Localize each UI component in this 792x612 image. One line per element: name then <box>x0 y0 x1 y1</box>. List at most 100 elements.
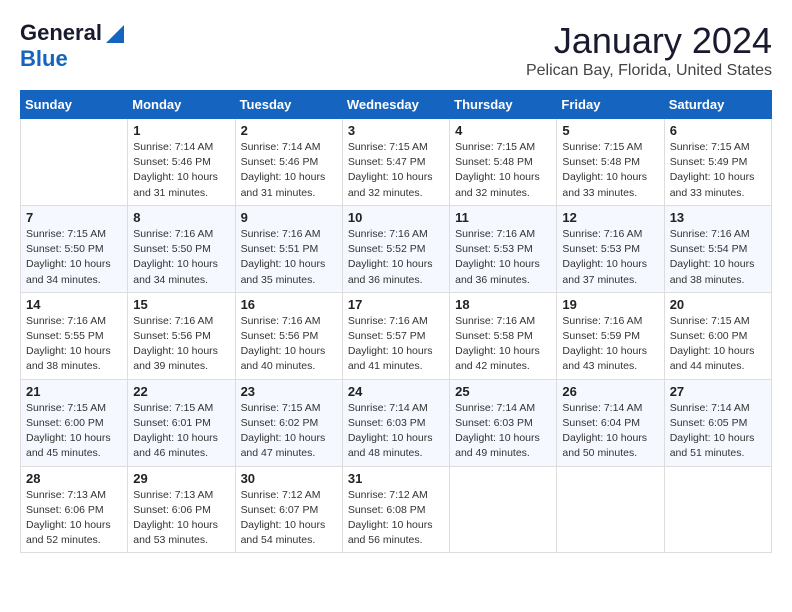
day-number: 4 <box>455 123 551 138</box>
calendar-cell: 5 Sunrise: 7:15 AM Sunset: 5:48 PM Daylig… <box>557 119 664 206</box>
calendar-cell: 22Sunrise: 7:15 AM Sunset: 6:01 PM Dayli… <box>128 379 235 466</box>
day-number: 7 <box>26 210 122 225</box>
calendar-cell <box>664 466 771 553</box>
calendar-cell: 14 Sunrise: 7:16 AM Sunset: 5:55 PM Dayli… <box>21 292 128 379</box>
day-header-saturday: Saturday <box>664 91 771 119</box>
day-info: Sunrise: 7:14 AM Sunset: 6:03 PM Dayligh… <box>348 401 444 462</box>
day-number: 2 <box>241 123 337 138</box>
calendar-cell: 19 Sunrise: 7:16 AM Sunset: 5:59 PM Dayli… <box>557 292 664 379</box>
day-number: 18 <box>455 297 551 312</box>
calendar-cell: 20Sunrise: 7:15 AM Sunset: 6:00 PM Dayli… <box>664 292 771 379</box>
calendar-cell: 25 Sunrise: 7:14 AM Sunset: 6:03 PM Dayli… <box>450 379 557 466</box>
calendar-cell <box>557 466 664 553</box>
day-number: 13 <box>670 210 766 225</box>
day-info: Sunrise: 7:14 AM Sunset: 6:03 PM Dayligh… <box>455 401 551 462</box>
day-info: Sunrise: 7:15 AM Sunset: 6:02 PM Dayligh… <box>241 401 337 462</box>
day-number: 6 <box>670 123 766 138</box>
calendar-cell: 23 Sunrise: 7:15 AM Sunset: 6:02 PM Dayli… <box>235 379 342 466</box>
day-info: Sunrise: 7:16 AM Sunset: 5:53 PM Dayligh… <box>455 227 551 288</box>
logo-arrow-icon <box>104 21 124 43</box>
day-info: Sunrise: 7:16 AM Sunset: 5:57 PM Dayligh… <box>348 314 444 375</box>
day-info: Sunrise: 7:16 AM Sunset: 5:54 PM Dayligh… <box>670 227 766 288</box>
calendar-header-row: SundayMondayTuesdayWednesdayThursdayFrid… <box>21 91 772 119</box>
page-header: General Blue January 2024 Pelican Bay, F… <box>20 20 772 80</box>
day-header-wednesday: Wednesday <box>342 91 449 119</box>
day-info: Sunrise: 7:16 AM Sunset: 5:53 PM Dayligh… <box>562 227 658 288</box>
day-number: 1 <box>133 123 229 138</box>
day-number: 24 <box>348 384 444 399</box>
day-info: Sunrise: 7:14 AM Sunset: 6:04 PM Dayligh… <box>562 401 658 462</box>
calendar-cell: 3 Sunrise: 7:15 AM Sunset: 5:47 PM Daylig… <box>342 119 449 206</box>
calendar-cell: 1 Sunrise: 7:14 AM Sunset: 5:46 PM Daylig… <box>128 119 235 206</box>
calendar-cell: 2 Sunrise: 7:14 AM Sunset: 5:46 PM Daylig… <box>235 119 342 206</box>
day-info: Sunrise: 7:14 AM Sunset: 5:46 PM Dayligh… <box>133 140 229 201</box>
calendar-cell: 26 Sunrise: 7:14 AM Sunset: 6:04 PM Dayli… <box>557 379 664 466</box>
day-number: 14 <box>26 297 122 312</box>
day-info: Sunrise: 7:15 AM Sunset: 5:47 PM Dayligh… <box>348 140 444 201</box>
calendar-cell: 6 Sunrise: 7:15 AM Sunset: 5:49 PM Daylig… <box>664 119 771 206</box>
day-number: 15 <box>133 297 229 312</box>
day-info: Sunrise: 7:13 AM Sunset: 6:06 PM Dayligh… <box>26 488 122 549</box>
day-number: 31 <box>348 471 444 486</box>
day-number: 19 <box>562 297 658 312</box>
day-number: 17 <box>348 297 444 312</box>
calendar-week-row: 28Sunrise: 7:13 AM Sunset: 6:06 PM Dayli… <box>21 466 772 553</box>
day-number: 5 <box>562 123 658 138</box>
calendar-week-row: 7 Sunrise: 7:15 AM Sunset: 5:50 PM Daylig… <box>21 205 772 292</box>
day-info: Sunrise: 7:14 AM Sunset: 6:05 PM Dayligh… <box>670 401 766 462</box>
calendar-week-row: 14 Sunrise: 7:16 AM Sunset: 5:55 PM Dayli… <box>21 292 772 379</box>
day-info: Sunrise: 7:16 AM Sunset: 5:56 PM Dayligh… <box>241 314 337 375</box>
day-number: 23 <box>241 384 337 399</box>
calendar-cell: 15 Sunrise: 7:16 AM Sunset: 5:56 PM Dayli… <box>128 292 235 379</box>
calendar-cell: 8 Sunrise: 7:16 AM Sunset: 5:50 PM Daylig… <box>128 205 235 292</box>
day-info: Sunrise: 7:14 AM Sunset: 5:46 PM Dayligh… <box>241 140 337 201</box>
day-number: 3 <box>348 123 444 138</box>
day-info: Sunrise: 7:16 AM Sunset: 5:52 PM Dayligh… <box>348 227 444 288</box>
day-info: Sunrise: 7:13 AM Sunset: 6:06 PM Dayligh… <box>133 488 229 549</box>
calendar-cell: 9Sunrise: 7:16 AM Sunset: 5:51 PM Daylig… <box>235 205 342 292</box>
day-info: Sunrise: 7:15 AM Sunset: 5:50 PM Dayligh… <box>26 227 122 288</box>
calendar-cell: 4 Sunrise: 7:15 AM Sunset: 5:48 PM Daylig… <box>450 119 557 206</box>
calendar-cell: 18 Sunrise: 7:16 AM Sunset: 5:58 PM Dayli… <box>450 292 557 379</box>
title-block: January 2024 Pelican Bay, Florida, Unite… <box>526 20 772 80</box>
day-number: 29 <box>133 471 229 486</box>
day-info: Sunrise: 7:15 AM Sunset: 5:48 PM Dayligh… <box>455 140 551 201</box>
day-number: 21 <box>26 384 122 399</box>
day-number: 12 <box>562 210 658 225</box>
day-info: Sunrise: 7:16 AM Sunset: 5:50 PM Dayligh… <box>133 227 229 288</box>
day-header-friday: Friday <box>557 91 664 119</box>
day-info: Sunrise: 7:12 AM Sunset: 6:07 PM Dayligh… <box>241 488 337 549</box>
day-info: Sunrise: 7:15 AM Sunset: 6:00 PM Dayligh… <box>670 314 766 375</box>
calendar-cell <box>450 466 557 553</box>
calendar-table: SundayMondayTuesdayWednesdayThursdayFrid… <box>20 90 772 553</box>
day-info: Sunrise: 7:15 AM Sunset: 5:48 PM Dayligh… <box>562 140 658 201</box>
calendar-cell: 17 Sunrise: 7:16 AM Sunset: 5:57 PM Dayli… <box>342 292 449 379</box>
calendar-cell: 7 Sunrise: 7:15 AM Sunset: 5:50 PM Daylig… <box>21 205 128 292</box>
calendar-cell: 11Sunrise: 7:16 AM Sunset: 5:53 PM Dayli… <box>450 205 557 292</box>
calendar-cell: 21Sunrise: 7:15 AM Sunset: 6:00 PM Dayli… <box>21 379 128 466</box>
day-info: Sunrise: 7:16 AM Sunset: 5:59 PM Dayligh… <box>562 314 658 375</box>
day-number: 16 <box>241 297 337 312</box>
day-info: Sunrise: 7:16 AM Sunset: 5:55 PM Dayligh… <box>26 314 122 375</box>
calendar-cell: 30 Sunrise: 7:12 AM Sunset: 6:07 PM Dayli… <box>235 466 342 553</box>
calendar-week-row: 21Sunrise: 7:15 AM Sunset: 6:00 PM Dayli… <box>21 379 772 466</box>
day-number: 26 <box>562 384 658 399</box>
day-number: 8 <box>133 210 229 225</box>
day-info: Sunrise: 7:15 AM Sunset: 5:49 PM Dayligh… <box>670 140 766 201</box>
calendar-body: 1 Sunrise: 7:14 AM Sunset: 5:46 PM Daylig… <box>21 119 772 553</box>
day-info: Sunrise: 7:16 AM Sunset: 5:58 PM Dayligh… <box>455 314 551 375</box>
day-number: 25 <box>455 384 551 399</box>
calendar-cell: 29 Sunrise: 7:13 AM Sunset: 6:06 PM Dayli… <box>128 466 235 553</box>
calendar-cell: 10Sunrise: 7:16 AM Sunset: 5:52 PM Dayli… <box>342 205 449 292</box>
calendar-cell: 28Sunrise: 7:13 AM Sunset: 6:06 PM Dayli… <box>21 466 128 553</box>
day-number: 30 <box>241 471 337 486</box>
location: Pelican Bay, Florida, United States <box>526 62 772 80</box>
day-info: Sunrise: 7:16 AM Sunset: 5:56 PM Dayligh… <box>133 314 229 375</box>
day-info: Sunrise: 7:15 AM Sunset: 6:01 PM Dayligh… <box>133 401 229 462</box>
calendar-cell: 16 Sunrise: 7:16 AM Sunset: 5:56 PM Dayli… <box>235 292 342 379</box>
calendar-cell: 31 Sunrise: 7:12 AM Sunset: 6:08 PM Dayli… <box>342 466 449 553</box>
day-header-monday: Monday <box>128 91 235 119</box>
logo-general: General <box>20 20 102 46</box>
day-info: Sunrise: 7:12 AM Sunset: 6:08 PM Dayligh… <box>348 488 444 549</box>
month-title: January 2024 <box>526 20 772 62</box>
